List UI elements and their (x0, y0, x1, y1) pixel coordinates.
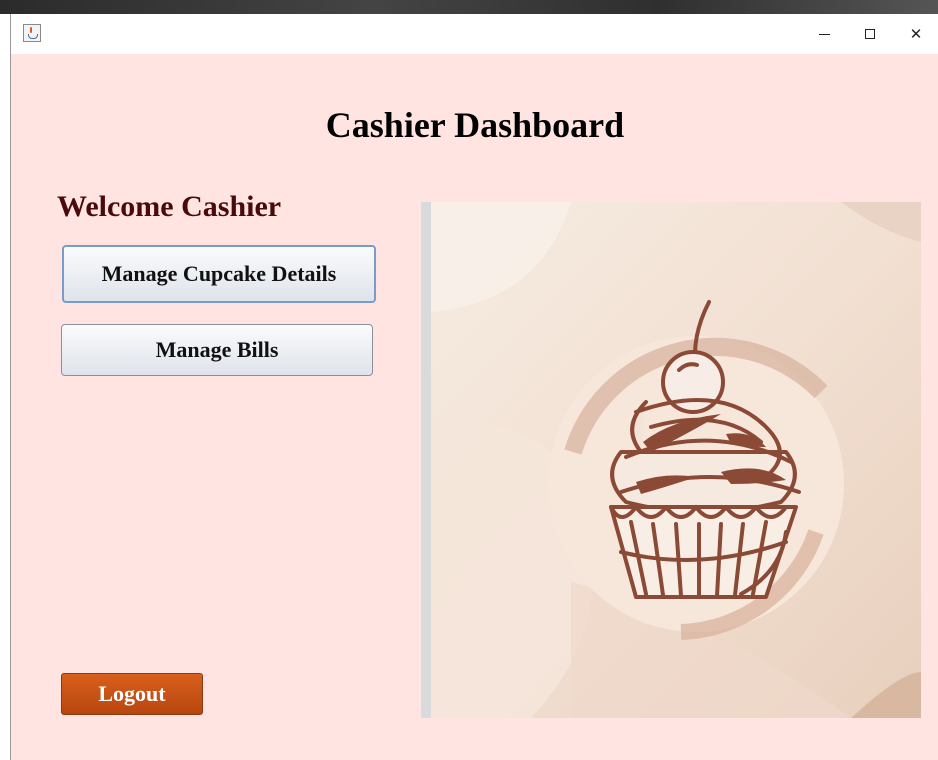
close-button[interactable]: ✕ (893, 14, 938, 54)
java-coffee-icon (23, 24, 41, 42)
maximize-button[interactable] (847, 14, 893, 54)
minimize-icon (818, 33, 830, 35)
cashier-dashboard-window: ✕ Cashier Dashboard Welcome Cashier Mana… (10, 14, 938, 760)
manage-cupcake-details-button[interactable]: Manage Cupcake Details (62, 245, 376, 303)
minimize-button[interactable] (801, 14, 847, 54)
title-bar[interactable]: ✕ (11, 14, 938, 54)
logout-button[interactable]: Logout (61, 673, 203, 715)
desktop-edge (0, 14, 10, 760)
maximize-icon (865, 29, 875, 39)
manage-bills-button[interactable]: Manage Bills (61, 324, 373, 376)
cupcake-illustration (421, 202, 921, 718)
cupcake-image-panel (421, 202, 921, 718)
desktop-background (0, 0, 938, 14)
page-title: Cashier Dashboard (325, 105, 625, 145)
welcome-label: Welcome Cashier (57, 190, 282, 223)
close-icon: ✕ (909, 25, 923, 43)
